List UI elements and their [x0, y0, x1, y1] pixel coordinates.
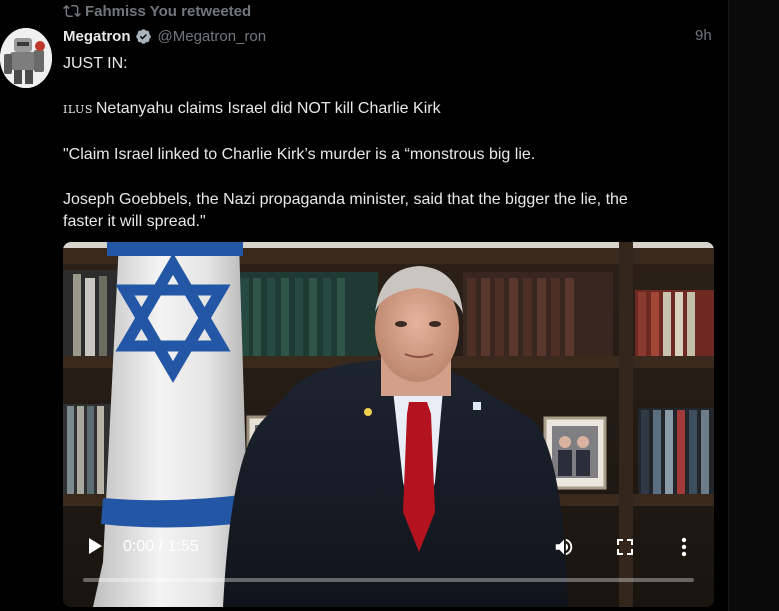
- tweet-line-5: faster it will spread.": [63, 213, 206, 230]
- video-progress-bar[interactable]: [83, 578, 694, 582]
- fullscreen-icon[interactable]: [615, 537, 635, 557]
- tweet-line-1: JUST IN:: [63, 55, 128, 72]
- tweet-line-3: "Claim Israel linked to Charlie Kirk’s m…: [63, 146, 536, 163]
- retweet-text: Fahmiss You retweeted: [85, 2, 252, 20]
- tweet-timestamp[interactable]: 9h: [695, 26, 712, 46]
- tweet-line-4: Joseph Goebbels, the Nazi propaganda min…: [63, 191, 628, 208]
- retweet-indicator[interactable]: Fahmiss You retweeted: [63, 2, 251, 20]
- right-sidebar-edge: [728, 0, 779, 611]
- verified-badge-icon: [135, 28, 151, 44]
- avatar[interactable]: [0, 28, 52, 88]
- retweet-icon: [63, 4, 81, 18]
- author-handle[interactable]: @Megatron_ron: [158, 28, 267, 45]
- tweet-line-2: ILUS Netanyahu claims Israel did NOT kill…: [63, 98, 441, 121]
- video-controls: 0:00 / 1:55: [63, 242, 714, 607]
- author-row: Megatron @Megatron_ron: [63, 26, 266, 46]
- more-vertical-icon[interactable]: [674, 536, 694, 558]
- video-time-display: 0:00 / 1:55: [123, 538, 199, 555]
- video-player[interactable]: 0:00 / 1:55: [63, 242, 714, 607]
- tweet-line-2-text: Netanyahu claims Israel did NOT kill Cha…: [95, 100, 441, 117]
- volume-icon[interactable]: [553, 536, 575, 558]
- play-icon[interactable]: [85, 536, 105, 556]
- robot-avatar-image: [0, 28, 52, 88]
- flag-emoji-text: ILUS: [63, 103, 93, 116]
- author-display-name[interactable]: Megatron: [63, 28, 131, 45]
